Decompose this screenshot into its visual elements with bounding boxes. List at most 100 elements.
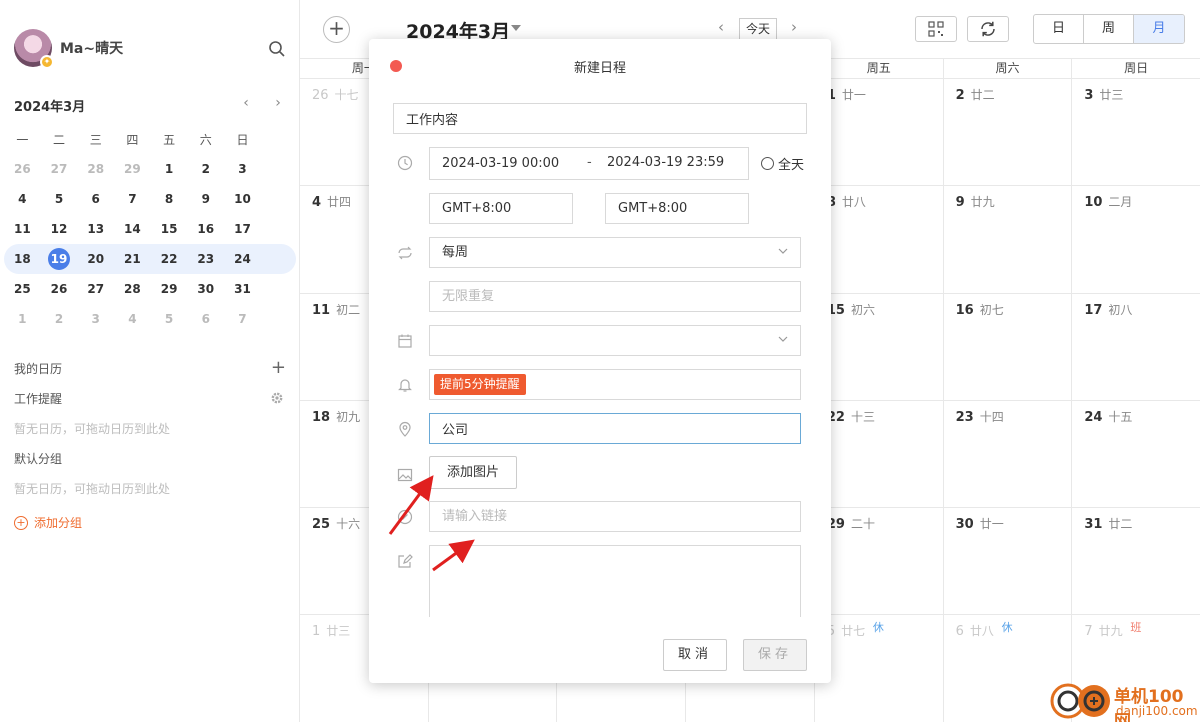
mini-day[interactable]: 15 [151, 222, 188, 236]
day-cell[interactable]: 15 初六 [813, 293, 943, 400]
day-cell[interactable]: 16 初七 [942, 293, 1072, 400]
weekday-header-cell: 周六 [942, 59, 1072, 78]
user-profile[interactable]: ✦ Ma~晴天 [14, 28, 123, 69]
today-button[interactable]: 今天 [739, 18, 777, 40]
qr-grid-button[interactable] [915, 16, 957, 42]
link-input[interactable] [429, 501, 801, 532]
mini-day[interactable]: 18 [4, 252, 41, 266]
view-tab[interactable]: 周 [1084, 15, 1134, 43]
mini-prev-month-button[interactable]: ‹ [238, 96, 254, 112]
view-tab[interactable]: 日 [1034, 15, 1084, 43]
refresh-button[interactable] [967, 16, 1009, 42]
start-timezone-field[interactable]: GMT+8:00 [429, 193, 573, 224]
day-cell[interactable]: 9 廿九 [942, 186, 1072, 293]
gear-icon[interactable] [270, 391, 284, 405]
prev-month-button[interactable]: ‹ [713, 18, 729, 36]
event-content-input[interactable] [393, 103, 807, 134]
repeat-end-input[interactable] [429, 281, 801, 312]
mini-day[interactable]: 14 [114, 222, 151, 236]
day-cell[interactable]: 24 十五 [1071, 400, 1200, 508]
work-reminder-row[interactable]: 工作提醒 [14, 388, 286, 418]
reminder-field[interactable]: 提前5分钟提醒 [429, 369, 801, 400]
reminder-tag[interactable]: 提前5分钟提醒 [434, 374, 526, 395]
add-group-button[interactable]: + 添加分组 [14, 508, 286, 538]
mini-day[interactable]: 13 [77, 222, 114, 236]
mini-day[interactable]: 9 [187, 192, 224, 206]
mini-day[interactable]: 1 [4, 312, 41, 326]
mini-day[interactable]: 24 [224, 252, 261, 266]
mini-day[interactable]: 8 [151, 192, 188, 206]
mini-day[interactable]: 29 [151, 282, 188, 296]
all-day-toggle[interactable]: 全天 [761, 154, 804, 173]
day-cell[interactable]: 31 廿二 [1071, 508, 1200, 615]
mini-day[interactable]: 6 [77, 192, 114, 206]
mini-day[interactable]: 5 [151, 312, 188, 326]
mini-day[interactable]: 26 [4, 162, 41, 176]
cancel-button[interactable]: 取消 [663, 639, 727, 671]
mini-day[interactable]: 21 [114, 252, 151, 266]
view-tab[interactable]: 月 [1134, 15, 1184, 43]
add-image-button[interactable]: 添加图片 [429, 456, 517, 489]
add-event-button[interactable]: + [323, 16, 350, 43]
radio-icon[interactable] [761, 157, 774, 170]
end-timezone-field[interactable]: GMT+8:00 [605, 193, 749, 224]
mini-day[interactable]: 12 [41, 222, 78, 236]
mini-day[interactable]: 7 [114, 192, 151, 206]
avatar[interactable]: ✦ [14, 29, 54, 69]
mini-day[interactable]: 10 [224, 192, 261, 206]
day-cell[interactable]: 8 廿八 [813, 186, 943, 293]
mini-day[interactable]: 25 [4, 282, 41, 296]
mini-day[interactable]: 6 [187, 312, 224, 326]
mini-day[interactable]: 4 [114, 312, 151, 326]
mini-day[interactable]: 3 [224, 162, 261, 176]
mini-next-month-button[interactable]: › [270, 96, 286, 112]
mini-day[interactable]: 22 [151, 252, 188, 266]
day-cell[interactable]: 29二十 [813, 508, 943, 615]
mini-day[interactable]: 1 [151, 162, 188, 176]
mini-day[interactable]: 27 [77, 282, 114, 296]
mini-day[interactable]: 4 [4, 192, 41, 206]
mini-day[interactable]: 16 [187, 222, 224, 236]
day-number: 1 [312, 624, 321, 640]
mini-day[interactable]: 27 [41, 162, 78, 176]
mini-day[interactable]: 17 [224, 222, 261, 236]
location-input[interactable] [429, 413, 801, 444]
mini-day[interactable]: 20 [77, 252, 114, 266]
day-cell[interactable]: 17 初八 [1071, 293, 1200, 400]
day-cell[interactable]: 30 廿一 [942, 508, 1072, 615]
mini-day[interactable]: 26 [41, 282, 78, 296]
day-cell[interactable]: 1 廿一 [813, 79, 943, 186]
day-cell[interactable]: 2 廿二 [942, 79, 1072, 186]
end-time[interactable]: 2024-03-19 23:59 [607, 155, 724, 170]
save-button[interactable]: 保存 [743, 639, 807, 671]
mini-day[interactable]: 7 [224, 312, 261, 326]
mini-day-today[interactable]: 19 [41, 248, 78, 270]
day-cell[interactable]: 5 廿七休 [813, 615, 943, 722]
search-icon[interactable] [268, 40, 286, 58]
mini-day[interactable]: 28 [114, 282, 151, 296]
mini-day[interactable]: 28 [77, 162, 114, 176]
start-time[interactable]: 2024-03-19 00:00 [442, 156, 559, 171]
day-cell[interactable]: 3 廿三 [1071, 79, 1200, 186]
note-textarea[interactable] [429, 545, 801, 617]
day-cell[interactable]: 23 十四 [942, 400, 1072, 508]
mini-day[interactable]: 30 [187, 282, 224, 296]
day-cell[interactable]: 10 二月 [1071, 186, 1200, 293]
mini-day[interactable]: 3 [77, 312, 114, 326]
next-month-button[interactable]: › [786, 18, 802, 36]
mini-day[interactable]: 2 [41, 312, 78, 326]
mini-day[interactable]: 23 [187, 252, 224, 266]
mini-day[interactable]: 29 [114, 162, 151, 176]
default-group-label[interactable]: 默认分组 [14, 448, 286, 478]
caret-down-icon[interactable] [511, 25, 521, 31]
repeat-select[interactable]: 每周 [429, 237, 801, 268]
mini-day[interactable]: 2 [187, 162, 224, 176]
day-number: 17 [1084, 302, 1103, 318]
mini-day[interactable]: 5 [41, 192, 78, 206]
weekday-header-cell: 周五 [813, 59, 943, 78]
day-cell[interactable]: 22 十三 [813, 400, 943, 508]
mini-day[interactable]: 31 [224, 282, 261, 296]
mini-day[interactable]: 11 [4, 222, 41, 236]
add-calendar-icon[interactable]: + [271, 358, 286, 378]
calendar-select[interactable] [429, 325, 801, 356]
